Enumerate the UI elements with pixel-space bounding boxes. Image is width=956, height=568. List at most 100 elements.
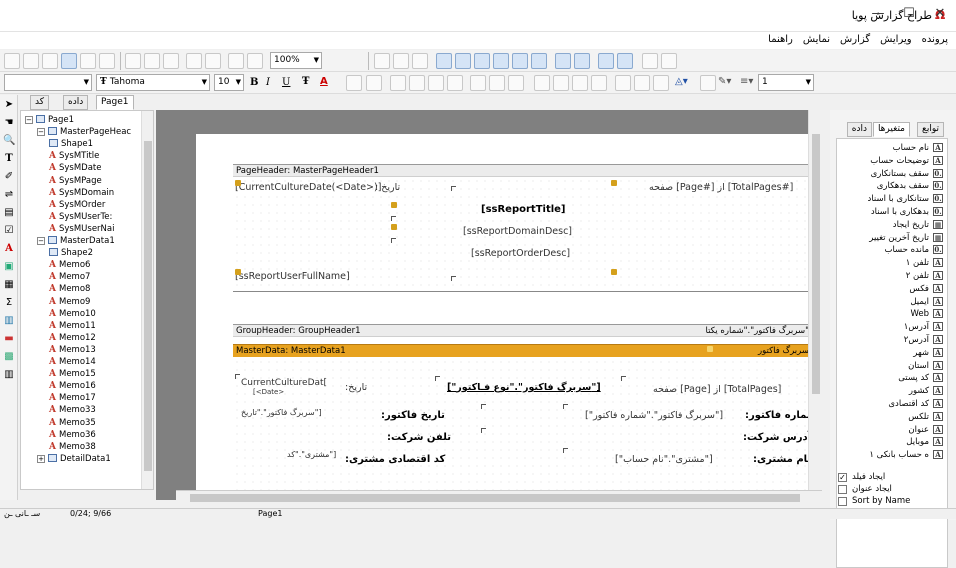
invoice-number-expr[interactable]: ["سربرگ فاکتور"."شماره فاکتور"] bbox=[585, 410, 723, 421]
cut-icon[interactable] bbox=[125, 53, 141, 69]
page-of-pages[interactable]: صفحه [Page#] از [TotalPages#] bbox=[649, 182, 793, 193]
economic-code-label[interactable]: کد اقتصادی مشتری: bbox=[345, 454, 445, 465]
highlight-icon[interactable] bbox=[346, 75, 362, 91]
send-back-icon[interactable] bbox=[661, 53, 677, 69]
grid-icon[interactable] bbox=[374, 53, 390, 69]
field-item[interactable]: A موبایل bbox=[906, 437, 943, 448]
field-item[interactable]: A آدرس۱ bbox=[904, 322, 943, 333]
field-item[interactable]: A فکس bbox=[909, 283, 943, 295]
memo-tool-icon[interactable]: A bbox=[3, 243, 15, 255]
md-page-of-pages[interactable]: صفحه [Page] از [TotalPages] bbox=[653, 384, 781, 395]
field-item[interactable]: A شهر bbox=[913, 347, 943, 359]
text-tool-icon[interactable]: T bbox=[3, 153, 15, 165]
tree-item[interactable]: A Memo11 bbox=[49, 321, 96, 332]
tree-item[interactable]: A Memo17 bbox=[49, 393, 96, 404]
italic-button[interactable]: I bbox=[266, 77, 270, 88]
field-item[interactable]: A ه حساب بانکی ۱ bbox=[869, 450, 943, 461]
field-item[interactable]: .0 ستانکاری با اسناد bbox=[868, 194, 943, 205]
tree-item[interactable]: A Memo16 bbox=[49, 381, 96, 392]
align-center-icon[interactable] bbox=[455, 53, 471, 69]
cross-tab-tool-icon[interactable]: ▩ bbox=[3, 351, 15, 363]
tree-item[interactable]: − Page1 bbox=[25, 115, 74, 126]
tree-item[interactable]: A Memo35 bbox=[49, 418, 96, 429]
chart-tool-icon[interactable]: ▥ bbox=[3, 315, 15, 327]
tree-item[interactable]: A SysMPage bbox=[49, 176, 102, 187]
tree-item[interactable]: A Memo13 bbox=[49, 345, 96, 356]
select-tool-icon[interactable]: ➤ bbox=[3, 99, 15, 111]
tree-item[interactable]: A Memo33 bbox=[49, 405, 96, 416]
save-icon[interactable] bbox=[42, 53, 58, 69]
align-top-icon[interactable] bbox=[493, 53, 509, 69]
shape-tool-icon[interactable]: ▬ bbox=[3, 333, 15, 345]
customer-name-expr[interactable]: ["مشتری"."نام حساب"] bbox=[615, 454, 713, 465]
align-bottom-icon[interactable] bbox=[531, 53, 547, 69]
tree-item[interactable]: + DetailData1 bbox=[37, 453, 111, 465]
field-item[interactable]: A نام حساب bbox=[893, 143, 943, 154]
line-style-icon[interactable]: ≡▾ bbox=[740, 76, 753, 87]
hand-tool-icon[interactable]: ☚ bbox=[3, 117, 15, 129]
tree-item[interactable]: Shape1 bbox=[49, 139, 93, 150]
menu-view[interactable]: نمایش bbox=[803, 34, 830, 45]
font-name-combo[interactable]: Ŧ Tahoma ▼ bbox=[96, 74, 210, 91]
tree-item[interactable]: A SysMUserNai bbox=[49, 224, 114, 235]
tree-item[interactable]: A Memo14 bbox=[49, 357, 96, 368]
field-item[interactable]: A تلکس bbox=[908, 411, 943, 423]
border-left-icon[interactable] bbox=[591, 75, 607, 91]
tree-scrollbar[interactable] bbox=[141, 111, 153, 489]
field-item[interactable]: .0 سقف بستانکاری bbox=[871, 168, 943, 180]
paste-icon[interactable] bbox=[163, 53, 179, 69]
field-item[interactable]: A تلفن ۲ bbox=[906, 271, 943, 282]
menu-help[interactable]: راهنما bbox=[768, 34, 793, 45]
minimize-button[interactable]: — bbox=[868, 6, 888, 24]
print-icon[interactable] bbox=[80, 53, 96, 69]
new-icon[interactable] bbox=[4, 53, 20, 69]
sort-by-name-checkbox[interactable] bbox=[838, 497, 847, 506]
create-title-checkbox[interactable] bbox=[838, 485, 847, 494]
valign-top-icon[interactable] bbox=[470, 75, 486, 91]
bring-front-icon[interactable] bbox=[642, 53, 658, 69]
text-align-left-icon[interactable] bbox=[390, 75, 406, 91]
domain-description[interactable]: [ssReportDomainDesc] bbox=[463, 226, 572, 237]
shadow-icon[interactable] bbox=[700, 75, 716, 91]
tree-item[interactable]: A Memo36 bbox=[49, 430, 96, 441]
field-item[interactable]: ▦ تاریخ آخرین تغییر bbox=[869, 232, 943, 244]
md-date-expression[interactable]: CurrentCultureDat[ bbox=[241, 378, 327, 388]
invoice-type-title[interactable]: ["سربرگ فاکتور"."نوع فـاکتور"] bbox=[447, 382, 601, 393]
date-expression[interactable]: [CurrentCultureDate(<Date>)] bbox=[235, 182, 381, 193]
economic-code-expr[interactable]: ["مشتری"."کد bbox=[287, 450, 336, 459]
group-icon[interactable] bbox=[228, 53, 244, 69]
expander-icon[interactable]: − bbox=[25, 116, 33, 124]
page-setup-icon[interactable] bbox=[99, 53, 115, 69]
field-item[interactable]: .0 مانده حساب bbox=[884, 245, 943, 256]
field-item[interactable]: A کشور bbox=[909, 386, 943, 397]
expander-icon[interactable]: − bbox=[37, 128, 45, 137]
valign-center-icon[interactable] bbox=[489, 75, 505, 91]
menu-report[interactable]: گزارش bbox=[840, 34, 870, 45]
invoice-number-label[interactable]: شماره فاکتور: bbox=[745, 410, 817, 421]
zoom-tool-icon[interactable]: 🔍 bbox=[3, 135, 15, 147]
field-item[interactable]: ▦ تاریخ ایجاد bbox=[893, 219, 943, 231]
menu-edit[interactable]: ویرایش bbox=[880, 34, 911, 45]
format-painter-icon[interactable]: ✐ bbox=[3, 171, 15, 183]
line-width-combo[interactable]: 1 ▼ bbox=[758, 74, 814, 91]
close-button[interactable]: ✕ bbox=[930, 6, 950, 24]
tree-item[interactable]: − MasterData1 bbox=[37, 236, 115, 247]
expander-icon[interactable]: + bbox=[37, 454, 45, 463]
expander-icon[interactable]: − bbox=[37, 237, 45, 245]
field-item[interactable]: A کد پستی bbox=[898, 373, 943, 384]
create-field-checkbox[interactable]: ✓ bbox=[838, 473, 847, 482]
menu-file[interactable]: پرونده bbox=[922, 34, 948, 45]
zoom-combo[interactable]: 100% ▼ bbox=[270, 52, 322, 69]
maximize-button[interactable]: ☐ bbox=[899, 6, 919, 24]
tree-item[interactable]: A Memo38 bbox=[49, 442, 96, 453]
rich-text-tool-icon[interactable]: ▦ bbox=[3, 279, 15, 291]
align-middle-icon[interactable] bbox=[512, 53, 528, 69]
company-phone-label[interactable]: تلفن شرکت: bbox=[387, 432, 451, 443]
redo-icon[interactable] bbox=[205, 53, 221, 69]
ungroup-icon[interactable] bbox=[247, 53, 263, 69]
field-item[interactable]: A Web bbox=[910, 309, 943, 320]
tree-item[interactable]: − MasterPageHeac bbox=[37, 127, 131, 138]
font-size-combo[interactable]: 10 ▼ bbox=[214, 74, 244, 91]
master-data-band[interactable]: MasterData: MasterData1 سربرگ فاکتور Cur… bbox=[233, 344, 817, 494]
date-label[interactable]: تاریخ : bbox=[375, 182, 400, 193]
